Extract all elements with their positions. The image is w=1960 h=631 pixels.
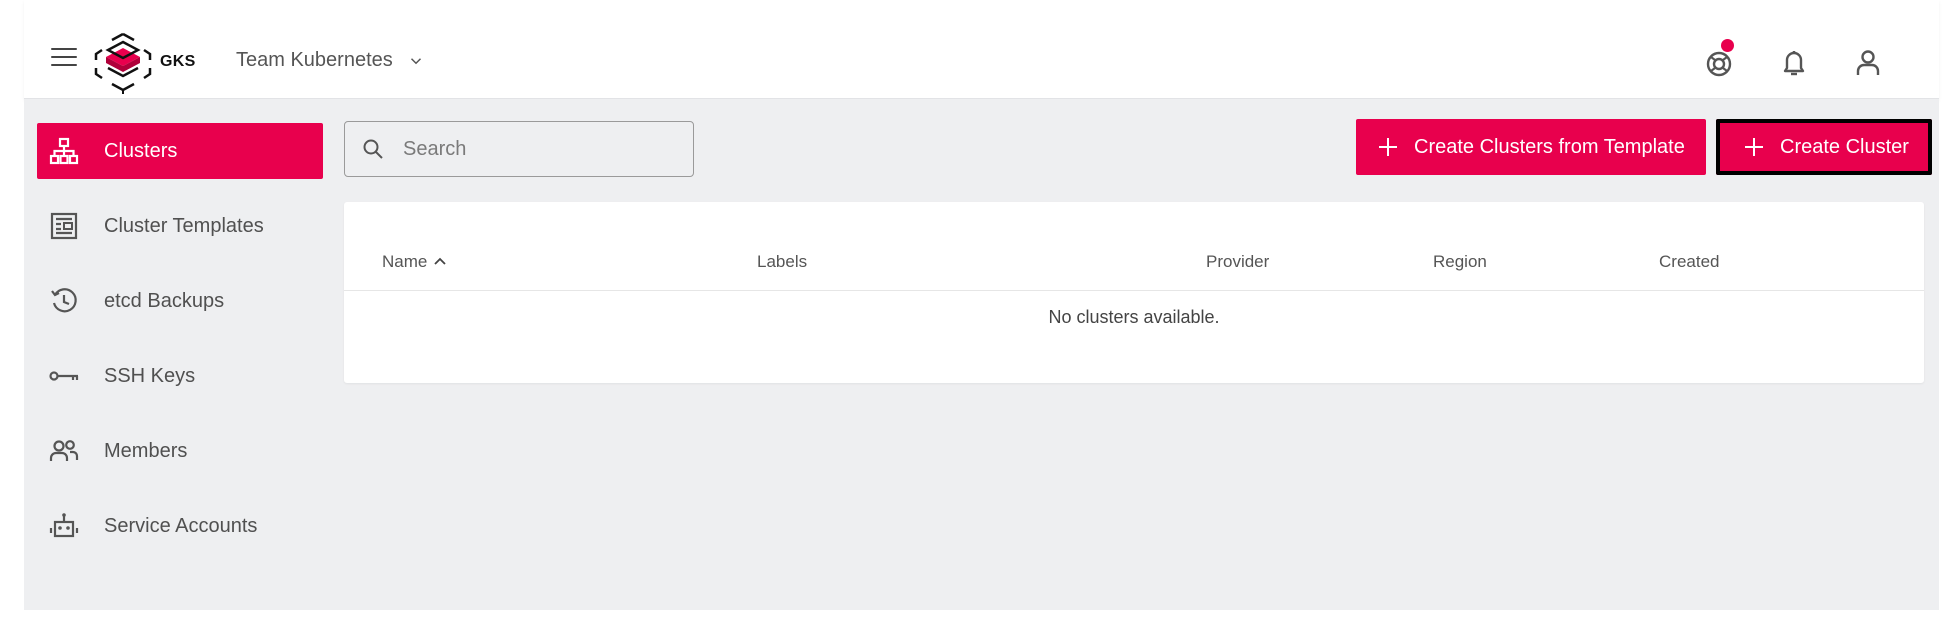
history-icon xyxy=(48,285,80,317)
column-label: Name xyxy=(382,252,428,271)
robot-icon xyxy=(48,510,80,542)
empty-message: No clusters available. xyxy=(1048,307,1220,327)
sidebar-item-etcd-backups[interactable]: etcd Backups xyxy=(37,273,323,329)
column-label: Created xyxy=(1659,252,1720,271)
project-name: Team Kubernetes xyxy=(236,49,393,71)
column-label: Labels xyxy=(757,252,808,271)
column-header-name[interactable]: Name xyxy=(382,252,447,272)
user-icon[interactable] xyxy=(1852,46,1884,78)
project-selector[interactable]: Team Kubernetes xyxy=(236,49,425,72)
menu-icon[interactable] xyxy=(51,48,79,68)
create-cluster-button[interactable]: Create Cluster xyxy=(1716,119,1932,175)
sidebar-item-label: Members xyxy=(104,439,188,462)
cluster-icon xyxy=(48,135,80,167)
main-area: Clusters Cluster Templates etcd Backups … xyxy=(24,99,1939,610)
button-label: Create Clusters from Template xyxy=(1414,135,1685,158)
sort-ascending-icon xyxy=(434,257,446,265)
top-bar: GKS Team Kubernetes xyxy=(24,0,1939,99)
sidebar-item-service-accounts[interactable]: Service Accounts xyxy=(37,498,323,554)
logo-text: GKS xyxy=(160,53,196,70)
sidebar-item-label: SSH Keys xyxy=(104,364,196,387)
search-icon xyxy=(363,139,383,159)
sidebar-item-label: etcd Backups xyxy=(104,289,225,312)
bell-icon[interactable] xyxy=(1778,46,1810,78)
sidebar-item-clusters[interactable]: Clusters xyxy=(37,123,323,179)
column-header-provider[interactable]: Provider xyxy=(1206,252,1269,272)
sidebar: Clusters Cluster Templates etcd Backups … xyxy=(37,123,323,573)
search-input[interactable] xyxy=(401,136,665,162)
sidebar-item-label: Clusters xyxy=(104,139,178,162)
column-header-created[interactable]: Created xyxy=(1659,252,1719,272)
sidebar-item-label: Cluster Templates xyxy=(104,214,264,237)
plus-icon xyxy=(1745,138,1763,156)
clusters-table: Name Labels Provider Region Created No c… xyxy=(344,202,1924,383)
create-clusters-from-template-button[interactable]: Create Clusters from Template xyxy=(1356,119,1706,175)
members-icon xyxy=(48,435,80,467)
search-field[interactable] xyxy=(344,121,694,177)
sidebar-item-members[interactable]: Members xyxy=(37,423,323,479)
column-header-labels[interactable]: Labels xyxy=(757,252,807,272)
button-label: Create Cluster xyxy=(1780,135,1909,158)
template-icon xyxy=(48,210,80,242)
gks-logo[interactable] xyxy=(90,30,156,94)
sidebar-item-label: Service Accounts xyxy=(104,514,258,537)
table-header: Name Labels Provider Region Created xyxy=(344,252,1924,291)
key-icon xyxy=(48,360,80,392)
sidebar-item-ssh-keys[interactable]: SSH Keys xyxy=(37,348,323,404)
plus-icon xyxy=(1379,138,1397,156)
column-header-region[interactable]: Region xyxy=(1433,252,1487,272)
sidebar-item-cluster-templates[interactable]: Cluster Templates xyxy=(37,198,323,254)
column-label: Provider xyxy=(1206,252,1270,271)
chevron-down-icon xyxy=(410,57,421,64)
column-label: Region xyxy=(1433,252,1487,271)
notification-dot xyxy=(1721,39,1734,52)
